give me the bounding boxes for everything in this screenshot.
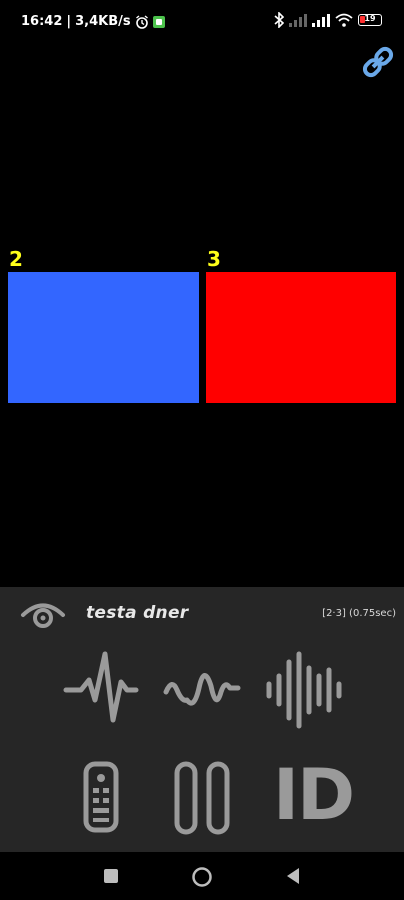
- eye-icon[interactable]: [20, 598, 66, 630]
- panel-title: testa dner: [86, 603, 189, 623]
- home-icon[interactable]: [191, 866, 213, 888]
- panel-info: [2·3] (0.75sec): [322, 608, 396, 619]
- recents-icon[interactable]: [103, 868, 119, 884]
- battery-level: 19: [364, 14, 376, 23]
- wifi-icon: [335, 13, 353, 27]
- audio-bars-icon[interactable]: [265, 650, 345, 730]
- tile-2-label: 2: [9, 247, 23, 271]
- remote-control-icon[interactable]: [82, 760, 122, 834]
- back-icon[interactable]: [285, 867, 301, 885]
- id-button[interactable]: ID: [273, 760, 355, 830]
- tile-2[interactable]: [8, 272, 199, 403]
- status-left: 16:42 | 3,4KB/s: [21, 14, 165, 29]
- status-time: 16:42: [21, 14, 63, 29]
- heartbeat-wave-icon[interactable]: [63, 650, 139, 724]
- bluetooth-icon: [274, 12, 284, 28]
- status-separator: |: [66, 14, 72, 29]
- tile-3-label: 3: [207, 247, 221, 271]
- link-icon[interactable]: [360, 44, 396, 80]
- status-bar: 16:42 | 3,4KB/s 19: [0, 0, 404, 44]
- signal-icon: [289, 13, 307, 27]
- battery-icon: 19: [358, 14, 382, 26]
- navigation-bar: [0, 852, 404, 900]
- signal-2-icon: [312, 13, 330, 27]
- tile-3[interactable]: [206, 272, 396, 403]
- app-notification-icon: [152, 15, 165, 28]
- pause-icon[interactable]: [172, 760, 232, 836]
- status-network-speed: 3,4KB/s: [75, 14, 131, 29]
- alarm-icon: [135, 14, 148, 29]
- status-right: 19: [274, 12, 382, 28]
- sine-wave-icon[interactable]: [163, 650, 241, 724]
